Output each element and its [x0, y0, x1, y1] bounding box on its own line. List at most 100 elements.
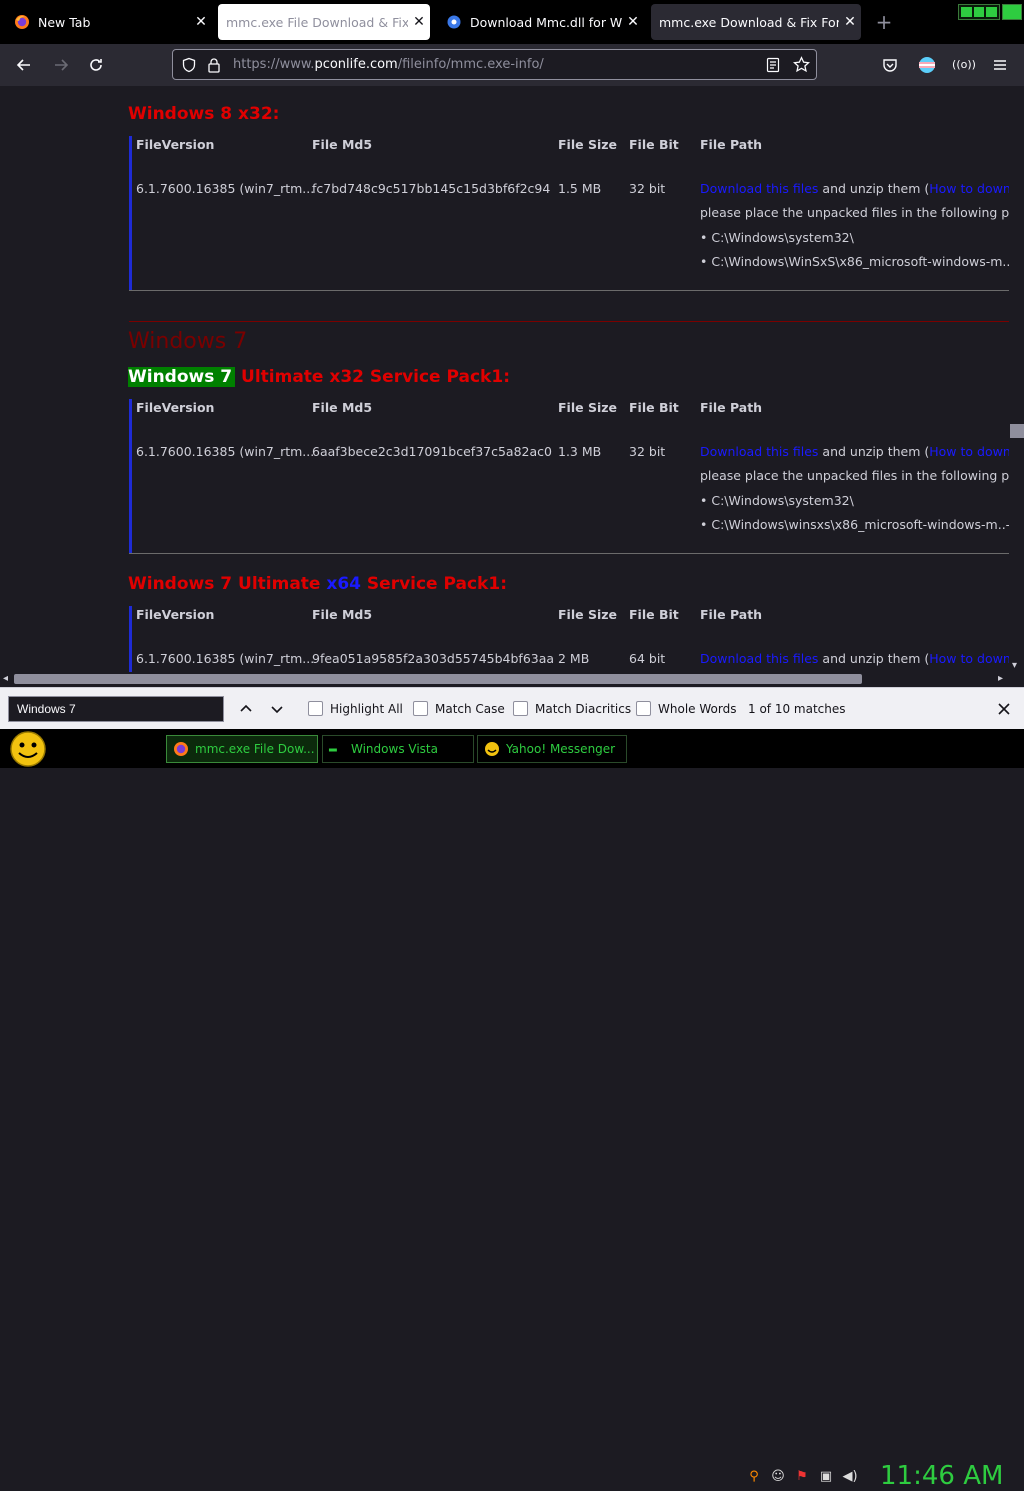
gear-icon: [446, 14, 462, 30]
horizontal-scroll-thumb[interactable]: [14, 674, 862, 684]
start-button[interactable]: [8, 730, 48, 772]
download-link[interactable]: Download this files: [700, 444, 818, 459]
header-filesize: File Size: [558, 137, 617, 152]
cell-place-text: please place the unpacked files in the f…: [700, 205, 1009, 220]
tab-new-tab[interactable]: New Tab ✕: [4, 4, 212, 40]
page-content: Windows 8 x32: FileVersion File Md5 File…: [0, 86, 1009, 672]
title-part-a: Windows 7 Ultimate: [128, 574, 327, 594]
hamburger-menu-icon: [994, 60, 1006, 70]
tab-strip: New Tab ✕ mmc.exe File Download & Fix Fo…: [0, 0, 1024, 44]
cell-download-line: Download this files and unzip them (How …: [700, 651, 1009, 666]
chevron-down-icon: [271, 706, 283, 714]
address-bar[interactable]: https://www.pconlife.com/fileinfo/mmc.ex…: [172, 49, 817, 80]
find-next-button[interactable]: [265, 697, 289, 721]
shield-icon[interactable]: [181, 57, 197, 73]
firefox-icon: [174, 742, 188, 756]
find-close-button[interactable]: [992, 697, 1016, 721]
extension-button[interactable]: ((o)): [951, 52, 977, 78]
taskbar-item-label: Yahoo! Messenger: [506, 742, 616, 756]
taskbar: mmc.exe File Dow... ▂ Windows Vista Yaho…: [0, 729, 1024, 1491]
system-meter-widget-2: [1002, 4, 1022, 20]
header-filebit: File Bit: [629, 137, 679, 152]
back-button[interactable]: [11, 52, 37, 78]
reload-icon: [90, 59, 102, 71]
bookmark-star-icon[interactable]: [793, 56, 810, 73]
close-icon[interactable]: ✕: [839, 14, 861, 30]
highlight-all-checkbox[interactable]: Highlight All: [308, 701, 403, 716]
pocket-button[interactable]: [877, 52, 903, 78]
match-case-checkbox[interactable]: Match Case: [413, 701, 505, 716]
cell-path-2: • C:\Windows\winsxs\x86_microsoft-window…: [700, 517, 1009, 532]
new-tab-button[interactable]: +: [872, 10, 896, 34]
tab-mmc-file-download[interactable]: mmc.exe File Download & Fix For ✕: [218, 4, 430, 40]
close-icon[interactable]: ✕: [190, 14, 212, 30]
volume-icon[interactable]: ◀): [842, 1469, 858, 1485]
header-filemd5: File Md5: [312, 400, 373, 415]
scroll-down-arrow-icon[interactable]: ▾: [1012, 660, 1017, 671]
close-icon[interactable]: ✕: [622, 14, 644, 30]
extension-icon: ((o)): [952, 58, 976, 71]
how-to-link[interactable]: How to downlo: [929, 181, 1009, 196]
cell-md5: 9fea051a9585f2a303d55745b4bf63aa: [312, 651, 555, 666]
header-filesize: File Size: [558, 400, 617, 415]
cell-bit: 32 bit: [629, 444, 666, 459]
find-input[interactable]: [8, 696, 224, 722]
close-icon: [998, 703, 1010, 715]
tab-download-mmc-dll[interactable]: Download Mmc.dll for Windo ✕: [436, 4, 644, 40]
find-match-count: 1 of 10 matches: [748, 702, 846, 716]
account-avatar-icon: [919, 57, 935, 73]
reader-view-icon[interactable]: [766, 57, 780, 73]
cell-path-1: • C:\Windows\system32\: [700, 493, 854, 508]
scroll-right-arrow-icon[interactable]: ▸: [998, 673, 1003, 684]
section-title-win7-x64: Windows 7 Ultimate x64 Service Pack1:: [128, 574, 507, 594]
forward-button[interactable]: [48, 52, 74, 78]
header-fileversion: FileVersion: [136, 607, 215, 622]
cell-path-1: • C:\Windows\system32\: [700, 230, 854, 245]
menu-button[interactable]: [987, 52, 1013, 78]
cell-version: 6.1.7600.16385 (win7_rtm...: [136, 181, 315, 196]
header-fileversion: FileVersion: [136, 400, 215, 415]
scroll-left-arrow-icon[interactable]: ◂: [3, 673, 8, 684]
taskbar-item-firefox[interactable]: mmc.exe File Dow...: [166, 735, 318, 763]
checkbox-label: Whole Words: [658, 701, 737, 716]
how-to-link[interactable]: How to downlo: [929, 444, 1009, 459]
tab-label: mmc.exe File Download & Fix For: [226, 14, 408, 30]
whole-words-checkbox[interactable]: Whole Words: [636, 701, 736, 716]
checkbox-label: Match Case: [435, 701, 505, 716]
vertical-scrollbar[interactable]: [1009, 86, 1024, 672]
header-filemd5: File Md5: [312, 607, 373, 622]
cell-download-line: Download this files and unzip them (How …: [700, 181, 1009, 196]
match-diacritics-checkbox[interactable]: Match Diacritics: [513, 701, 631, 716]
find-previous-button[interactable]: [234, 697, 258, 721]
account-button[interactable]: [914, 52, 940, 78]
close-icon[interactable]: ✕: [408, 14, 430, 30]
tab-mmc-exe-download[interactable]: mmc.exe Download & Fix For Wi ✕: [651, 4, 861, 40]
tab-label: New Tab: [38, 14, 91, 30]
how-to-link[interactable]: How to downlo: [929, 651, 1009, 666]
search-icon[interactable]: ⚲: [746, 1469, 762, 1485]
download-link[interactable]: Download this files: [700, 651, 818, 666]
lock-icon[interactable]: [207, 57, 221, 73]
network-icon[interactable]: ▣: [818, 1469, 834, 1485]
url-prefix: https://www.: [233, 57, 315, 72]
messenger-tray-icon[interactable]: ☺: [770, 1469, 786, 1485]
vertical-scroll-thumb[interactable]: [1010, 424, 1024, 438]
window-icon: ▂: [329, 741, 337, 752]
taskbar-item-yahoo-messenger[interactable]: Yahoo! Messenger: [477, 735, 627, 763]
arrow-right-icon: [55, 59, 69, 71]
flag-alert-icon[interactable]: ⚑: [794, 1469, 810, 1485]
os-heading-windows-7: Windows 7: [128, 329, 248, 354]
url-text[interactable]: https://www.pconlife.com/fileinfo/mmc.ex…: [233, 57, 544, 72]
taskbar-item-windows-vista[interactable]: ▂ Windows Vista: [322, 735, 474, 763]
cell-size: 1.3 MB: [558, 444, 602, 459]
download-link[interactable]: Download this files: [700, 181, 818, 196]
cell-size: 2 MB: [558, 651, 590, 666]
section-title-win8-x32: Windows 8 x32:: [128, 104, 280, 124]
header-fileversion: FileVersion: [136, 137, 215, 152]
reload-button[interactable]: [83, 52, 109, 78]
unzip-text: and unzip them (: [818, 181, 930, 196]
system-meter-widget: [958, 4, 1000, 20]
cell-download-line: Download this files and unzip them (How …: [700, 444, 1009, 459]
cell-md5: 6aaf3bece2c3d17091bcef37c5a82ac0: [312, 444, 552, 459]
find-bar: Highlight All Match Case Match Diacritic…: [0, 687, 1024, 729]
